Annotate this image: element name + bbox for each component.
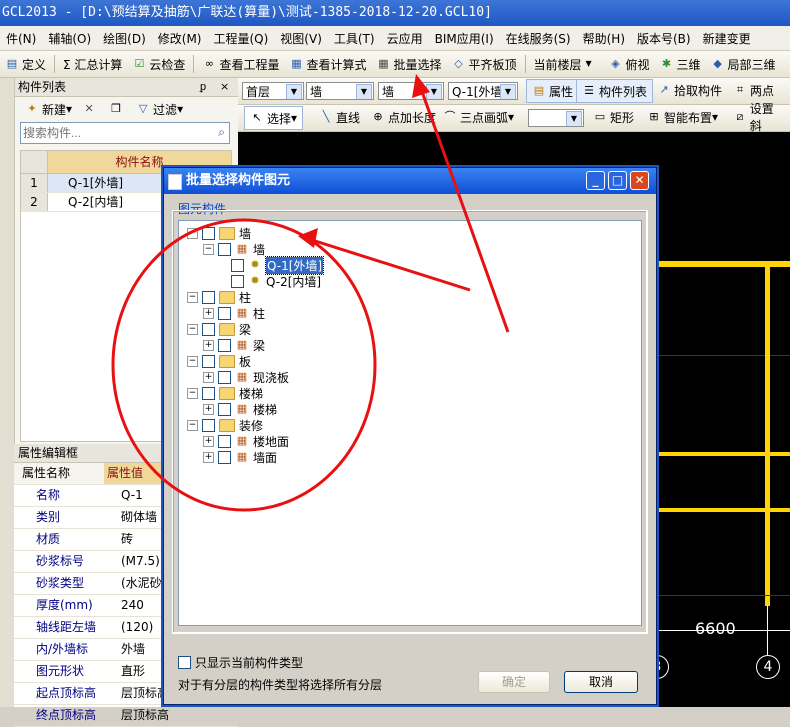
annotation-arrowhead	[298, 228, 318, 248]
annotation-arrowhead	[412, 74, 430, 98]
annotation-ellipse	[111, 218, 377, 512]
property-name: 终点顶标高	[36, 708, 97, 722]
annotation-overlay	[111, 74, 510, 512]
annotation-arrow-tree	[311, 238, 471, 292]
property-row[interactable]: 终点顶标高 层顶标高	[14, 705, 238, 727]
property-value[interactable]: 层顶标高	[118, 705, 238, 726]
annotation-arrow-toolbar	[418, 85, 510, 333]
